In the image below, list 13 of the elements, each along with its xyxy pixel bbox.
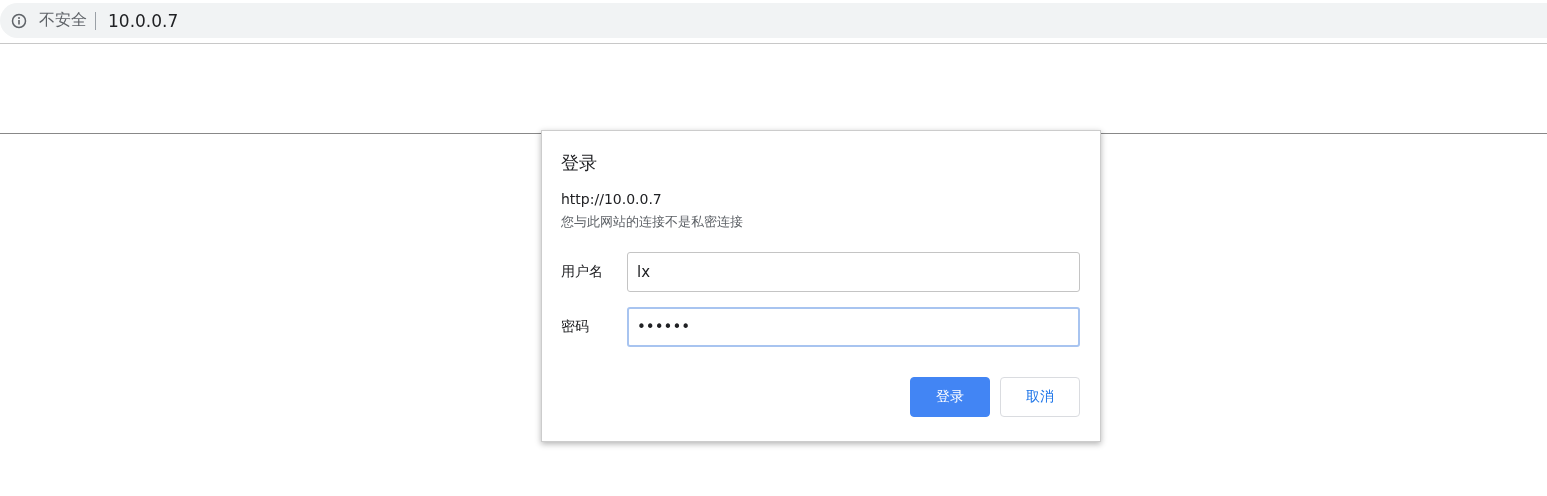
url-text: 10.0.0.7 bbox=[108, 10, 179, 31]
field-label: 用户名 bbox=[561, 263, 604, 281]
cancel-button[interactable]: 取消 bbox=[1000, 377, 1080, 417]
dialog-title: 登录 bbox=[561, 151, 598, 175]
input-field[interactable]: •••••• bbox=[627, 307, 1080, 347]
connection-warning: 您与此网站的连接不是私密连接 bbox=[561, 213, 744, 231]
site-origin: http://10.0.0.7 bbox=[561, 191, 663, 207]
info-icon[interactable] bbox=[11, 12, 27, 29]
address-bar[interactable]: 不安全 10.0.0.7 bbox=[0, 3, 1547, 38]
security-label: 不安全 bbox=[39, 10, 87, 31]
input-field[interactable]: lx bbox=[627, 252, 1080, 292]
login-button[interactable]: 登录 bbox=[910, 377, 990, 417]
field-label: 密码 bbox=[561, 318, 590, 336]
